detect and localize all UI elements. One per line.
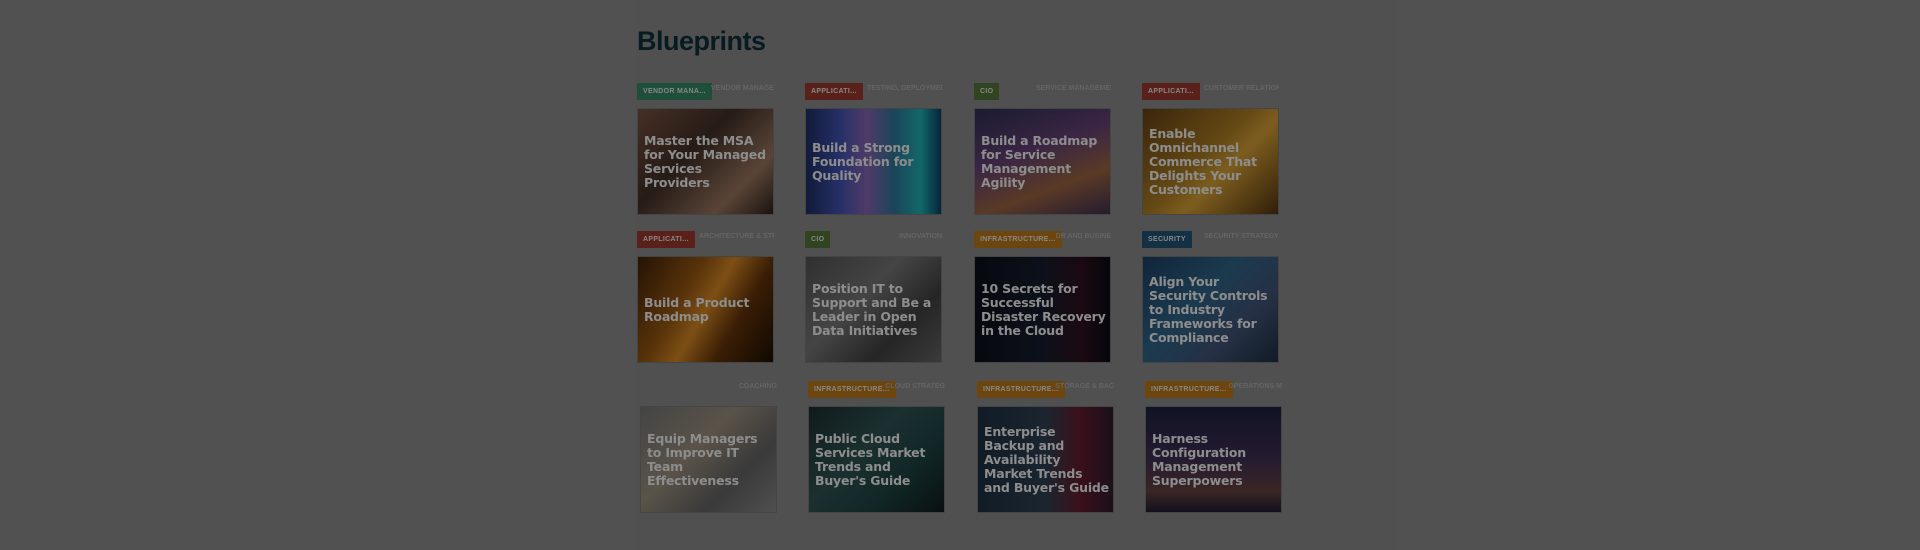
page: Blueprints VENDOR MANA... VENDOR MANAGE Ma…	[0, 0, 1920, 550]
modal-dim-overlay[interactable]	[0, 0, 1920, 550]
